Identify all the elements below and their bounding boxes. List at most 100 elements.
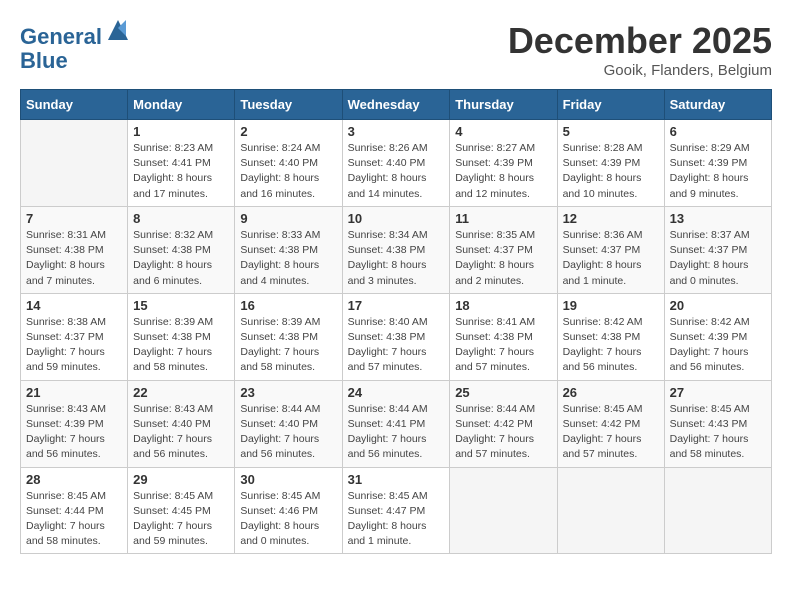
calendar-cell: 13 Sunrise: 8:37 AM Sunset: 4:37 PM Dayli…	[664, 206, 771, 293]
day-info: Sunrise: 8:35 AM Sunset: 4:37 PM Dayligh…	[455, 228, 551, 289]
day-number: 26	[563, 385, 659, 400]
day-number: 2	[240, 124, 336, 139]
day-info: Sunrise: 8:23 AM Sunset: 4:41 PM Dayligh…	[133, 141, 229, 202]
day-number: 3	[348, 124, 445, 139]
day-number: 11	[455, 211, 551, 226]
calendar-cell	[664, 467, 771, 554]
weekday-header-friday: Friday	[557, 90, 664, 120]
day-number: 18	[455, 298, 551, 313]
location: Gooik, Flanders, Belgium	[508, 62, 772, 79]
day-number: 27	[670, 385, 766, 400]
day-number: 30	[240, 472, 336, 487]
logo-icon	[104, 16, 132, 44]
day-info: Sunrise: 8:37 AM Sunset: 4:37 PM Dayligh…	[670, 228, 766, 289]
day-info: Sunrise: 8:44 AM Sunset: 4:42 PM Dayligh…	[455, 402, 551, 463]
calendar-cell: 10Sunrise: 8:34 AM Sunset: 4:38 PM Dayli…	[342, 206, 450, 293]
day-info: Sunrise: 8:43 AM Sunset: 4:39 PM Dayligh…	[26, 402, 122, 463]
day-info: Sunrise: 8:28 AM Sunset: 4:39 PM Dayligh…	[563, 141, 659, 202]
day-info: Sunrise: 8:42 AM Sunset: 4:38 PM Dayligh…	[563, 315, 659, 376]
calendar-cell: 22 Sunrise: 8:43 AM Sunset: 4:40 PM Dayli…	[128, 380, 235, 467]
calendar-cell: 21 Sunrise: 8:43 AM Sunset: 4:39 PM Dayli…	[21, 380, 128, 467]
day-info: Sunrise: 8:40 AM Sunset: 4:38 PM Dayligh…	[348, 315, 445, 376]
calendar-cell: 7 Sunrise: 8:31 AM Sunset: 4:38 PM Daylig…	[21, 206, 128, 293]
calendar-cell: 24Sunrise: 8:44 AM Sunset: 4:41 PM Dayli…	[342, 380, 450, 467]
calendar-cell: 5 Sunrise: 8:28 AM Sunset: 4:39 PM Daylig…	[557, 120, 664, 207]
day-number: 5	[563, 124, 659, 139]
day-number: 19	[563, 298, 659, 313]
title-block: December 2025 Gooik, Flanders, Belgium	[508, 20, 772, 79]
day-info: Sunrise: 8:38 AM Sunset: 4:37 PM Dayligh…	[26, 315, 122, 376]
weekday-header-row: SundayMondayTuesdayWednesdayThursdayFrid…	[21, 90, 772, 120]
day-number: 9	[240, 211, 336, 226]
day-number: 13	[670, 211, 766, 226]
calendar-cell: 15Sunrise: 8:39 AM Sunset: 4:38 PM Dayli…	[128, 293, 235, 380]
calendar-cell: 14 Sunrise: 8:38 AM Sunset: 4:37 PM Dayli…	[21, 293, 128, 380]
calendar-week-4: 21 Sunrise: 8:43 AM Sunset: 4:39 PM Dayli…	[21, 380, 772, 467]
calendar-cell: 16Sunrise: 8:39 AM Sunset: 4:38 PM Dayli…	[235, 293, 342, 380]
day-number: 25	[455, 385, 551, 400]
calendar-cell: 20 Sunrise: 8:42 AM Sunset: 4:39 PM Dayli…	[664, 293, 771, 380]
calendar-cell: 28 Sunrise: 8:45 AM Sunset: 4:44 PM Dayli…	[21, 467, 128, 554]
day-info: Sunrise: 8:26 AM Sunset: 4:40 PM Dayligh…	[348, 141, 445, 202]
calendar-cell: 1 Sunrise: 8:23 AM Sunset: 4:41 PM Daylig…	[128, 120, 235, 207]
calendar-cell	[21, 120, 128, 207]
day-info: Sunrise: 8:31 AM Sunset: 4:38 PM Dayligh…	[26, 228, 122, 289]
calendar-cell: 4Sunrise: 8:27 AM Sunset: 4:39 PM Daylig…	[450, 120, 557, 207]
weekday-header-tuesday: Tuesday	[235, 90, 342, 120]
day-number: 22	[133, 385, 229, 400]
calendar-table: SundayMondayTuesdayWednesdayThursdayFrid…	[20, 89, 772, 554]
calendar-cell: 30 Sunrise: 8:45 AM Sunset: 4:46 PM Dayli…	[235, 467, 342, 554]
calendar-cell: 29 Sunrise: 8:45 AM Sunset: 4:45 PM Dayli…	[128, 467, 235, 554]
calendar-cell: 12 Sunrise: 8:36 AM Sunset: 4:37 PM Dayli…	[557, 206, 664, 293]
day-info: Sunrise: 8:45 AM Sunset: 4:43 PM Dayligh…	[670, 402, 766, 463]
day-info: Sunrise: 8:44 AM Sunset: 4:41 PM Dayligh…	[348, 402, 445, 463]
day-number: 23	[240, 385, 336, 400]
day-info: Sunrise: 8:44 AM Sunset: 4:40 PM Dayligh…	[240, 402, 336, 463]
calendar-cell: 18Sunrise: 8:41 AM Sunset: 4:38 PM Dayli…	[450, 293, 557, 380]
day-info: Sunrise: 8:43 AM Sunset: 4:40 PM Dayligh…	[133, 402, 229, 463]
calendar-week-3: 14 Sunrise: 8:38 AM Sunset: 4:37 PM Dayli…	[21, 293, 772, 380]
day-number: 29	[133, 472, 229, 487]
day-info: Sunrise: 8:45 AM Sunset: 4:47 PM Dayligh…	[348, 489, 445, 550]
weekday-header-wednesday: Wednesday	[342, 90, 450, 120]
day-info: Sunrise: 8:36 AM Sunset: 4:37 PM Dayligh…	[563, 228, 659, 289]
calendar-cell: 8 Sunrise: 8:32 AM Sunset: 4:38 PM Daylig…	[128, 206, 235, 293]
day-info: Sunrise: 8:45 AM Sunset: 4:44 PM Dayligh…	[26, 489, 122, 550]
calendar-cell: 19 Sunrise: 8:42 AM Sunset: 4:38 PM Dayli…	[557, 293, 664, 380]
day-number: 31	[348, 472, 445, 487]
day-info: Sunrise: 8:24 AM Sunset: 4:40 PM Dayligh…	[240, 141, 336, 202]
weekday-header-thursday: Thursday	[450, 90, 557, 120]
calendar-cell: 31 Sunrise: 8:45 AM Sunset: 4:47 PM Dayli…	[342, 467, 450, 554]
logo-general: General	[20, 24, 102, 49]
calendar-week-2: 7 Sunrise: 8:31 AM Sunset: 4:38 PM Daylig…	[21, 206, 772, 293]
day-number: 6	[670, 124, 766, 139]
day-number: 20	[670, 298, 766, 313]
day-info: Sunrise: 8:45 AM Sunset: 4:45 PM Dayligh…	[133, 489, 229, 550]
day-number: 12	[563, 211, 659, 226]
day-number: 21	[26, 385, 122, 400]
day-number: 10	[348, 211, 445, 226]
calendar-cell: 3 Sunrise: 8:26 AM Sunset: 4:40 PM Daylig…	[342, 120, 450, 207]
day-info: Sunrise: 8:45 AM Sunset: 4:42 PM Dayligh…	[563, 402, 659, 463]
weekday-header-sunday: Sunday	[21, 90, 128, 120]
day-number: 8	[133, 211, 229, 226]
day-info: Sunrise: 8:45 AM Sunset: 4:46 PM Dayligh…	[240, 489, 336, 550]
day-number: 28	[26, 472, 122, 487]
day-number: 1	[133, 124, 229, 139]
calendar-cell: 17Sunrise: 8:40 AM Sunset: 4:38 PM Dayli…	[342, 293, 450, 380]
logo: General Blue	[20, 20, 132, 73]
calendar-cell: 26 Sunrise: 8:45 AM Sunset: 4:42 PM Dayli…	[557, 380, 664, 467]
day-number: 14	[26, 298, 122, 313]
calendar-cell: 9Sunrise: 8:33 AM Sunset: 4:38 PM Daylig…	[235, 206, 342, 293]
calendar-cell: 2 Sunrise: 8:24 AM Sunset: 4:40 PM Daylig…	[235, 120, 342, 207]
calendar-cell: 11 Sunrise: 8:35 AM Sunset: 4:37 PM Dayli…	[450, 206, 557, 293]
day-number: 16	[240, 298, 336, 313]
day-number: 7	[26, 211, 122, 226]
weekday-header-monday: Monday	[128, 90, 235, 120]
month-title: December 2025	[508, 20, 772, 62]
day-number: 15	[133, 298, 229, 313]
calendar-week-1: 1 Sunrise: 8:23 AM Sunset: 4:41 PM Daylig…	[21, 120, 772, 207]
day-info: Sunrise: 8:42 AM Sunset: 4:39 PM Dayligh…	[670, 315, 766, 376]
day-number: 4	[455, 124, 551, 139]
day-info: Sunrise: 8:32 AM Sunset: 4:38 PM Dayligh…	[133, 228, 229, 289]
